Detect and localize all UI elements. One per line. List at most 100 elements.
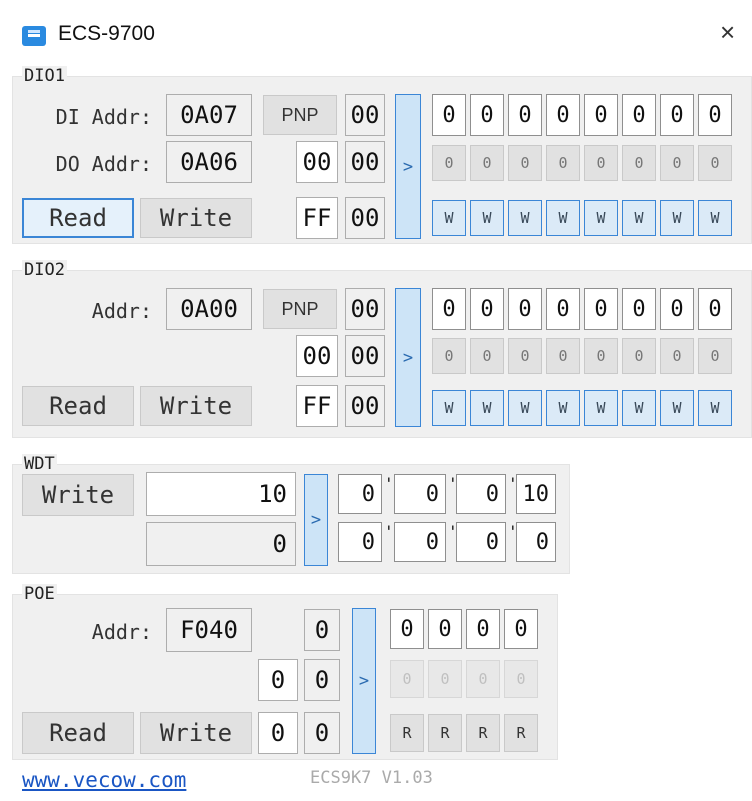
- wdt-apply-arrow-button[interactable]: >: [304, 474, 328, 566]
- dio1-mask-value-2[interactable]: 00: [345, 197, 385, 239]
- dio1-bit-write-button[interactable]: W: [698, 200, 732, 236]
- dio1-bit-out[interactable]: 0: [584, 145, 618, 181]
- poe-apply-arrow-button[interactable]: >: [352, 608, 376, 754]
- dio1-bit-out[interactable]: 0: [698, 145, 732, 181]
- dio1-bit-write-button[interactable]: W: [508, 200, 542, 236]
- wdt-timeout-input[interactable]: 10: [146, 472, 296, 516]
- dio1-bit-in[interactable]: 0: [660, 94, 694, 136]
- poe-value-mid-1[interactable]: 0: [258, 659, 298, 701]
- dio2-bit-out[interactable]: 0: [508, 338, 542, 374]
- dio2-addr-field[interactable]: 0A00: [166, 288, 252, 330]
- dio1-bit-out[interactable]: 0: [470, 145, 504, 181]
- di-addr-label: DI Addr:: [55, 105, 152, 129]
- poe-write-button[interactable]: Write: [140, 712, 252, 754]
- dio1-bit-write-button[interactable]: W: [432, 200, 466, 236]
- dio2-bit-in[interactable]: 0: [622, 288, 656, 330]
- dio2-bit-write-button[interactable]: W: [470, 390, 504, 426]
- poe-value-mid-2[interactable]: 0: [304, 659, 340, 701]
- dio1-di-value[interactable]: 00: [345, 94, 385, 136]
- dio2-bit-write-button[interactable]: W: [432, 390, 466, 426]
- poe-bit-in[interactable]: 0: [428, 609, 462, 649]
- wdt-cell: 0: [516, 522, 556, 562]
- dio2-bit-out[interactable]: 0: [698, 338, 732, 374]
- poe-bit-out: 0: [390, 660, 424, 698]
- poe-addr-field[interactable]: F040: [166, 608, 252, 652]
- dio2-do-value-1[interactable]: 00: [296, 335, 338, 377]
- dio1-bit-in[interactable]: 0: [622, 94, 656, 136]
- do-addr-field[interactable]: 0A06: [166, 141, 252, 183]
- dio2-bit-write-button[interactable]: W: [508, 390, 542, 426]
- poe-read-button[interactable]: Read: [22, 712, 134, 754]
- dio2-bit-out[interactable]: 0: [546, 338, 580, 374]
- dio1-read-button[interactable]: Read: [22, 198, 134, 238]
- dio2-bit-out[interactable]: 0: [660, 338, 694, 374]
- dio1-bit-write-button[interactable]: W: [546, 200, 580, 236]
- dio1-bit-in[interactable]: 0: [470, 94, 504, 136]
- poe-bit-read-button[interactable]: R: [428, 714, 462, 752]
- dio2-mask-value-1[interactable]: FF: [296, 385, 338, 427]
- dio2-bit-write-button[interactable]: W: [546, 390, 580, 426]
- dio1-bit-in[interactable]: 0: [584, 94, 618, 136]
- vecow-website-link[interactable]: www.vecow.com: [22, 768, 186, 792]
- dio1-bit-in[interactable]: 0: [698, 94, 732, 136]
- dio2-apply-arrow-button[interactable]: >: [395, 288, 421, 427]
- wdt-write-button[interactable]: Write: [22, 474, 134, 516]
- wdt-cell: 0: [338, 522, 382, 562]
- dio1-bit-write-button[interactable]: W: [622, 200, 656, 236]
- dio1-write-button[interactable]: Write: [140, 198, 252, 238]
- dio1-bit-write-button[interactable]: W: [584, 200, 618, 236]
- poe-bit-in[interactable]: 0: [504, 609, 538, 649]
- dio2-bit-in[interactable]: 0: [584, 288, 618, 330]
- dio1-bit-out[interactable]: 0: [432, 145, 466, 181]
- dio1-do-value-2[interactable]: 00: [345, 141, 385, 183]
- app-icon: [22, 26, 46, 46]
- dio1-bit-out[interactable]: 0: [546, 145, 580, 181]
- dio1-bit-out[interactable]: 0: [660, 145, 694, 181]
- poe-value-bottom-2[interactable]: 0: [304, 712, 340, 754]
- dio1-bit-write-button[interactable]: W: [470, 200, 504, 236]
- dio2-bit-in[interactable]: 0: [432, 288, 466, 330]
- dio2-bit-write-button[interactable]: W: [660, 390, 694, 426]
- window-title: ECS-9700: [58, 22, 155, 45]
- poe-addr-label: Addr:: [91, 620, 152, 644]
- dio2-bit-out[interactable]: 0: [470, 338, 504, 374]
- dio2-mask-value-2[interactable]: 00: [345, 385, 385, 427]
- dio2-bit-in[interactable]: 0: [546, 288, 580, 330]
- dio1-do-value-1[interactable]: 00: [296, 141, 338, 183]
- dio2-read-button[interactable]: Read: [22, 386, 134, 426]
- dio1-bit-write-button[interactable]: W: [660, 200, 694, 236]
- poe-bit-read-button[interactable]: R: [466, 714, 500, 752]
- wdt-cell: 0: [338, 474, 382, 514]
- dio2-di-value[interactable]: 00: [345, 288, 385, 330]
- dio1-pnp-button[interactable]: PNP: [263, 95, 337, 135]
- poe-bit-out: 0: [466, 660, 500, 698]
- dio2-bit-in[interactable]: 0: [470, 288, 504, 330]
- dio2-bit-out[interactable]: 0: [432, 338, 466, 374]
- di-addr-field[interactable]: 0A07: [166, 94, 252, 136]
- dio1-bit-out[interactable]: 0: [622, 145, 656, 181]
- dio2-pnp-button[interactable]: PNP: [263, 289, 337, 329]
- poe-bit-in[interactable]: 0: [466, 609, 500, 649]
- dio2-write-button[interactable]: Write: [140, 386, 252, 426]
- poe-bit-read-button[interactable]: R: [504, 714, 538, 752]
- close-icon[interactable]: ×: [720, 18, 735, 46]
- dio1-bit-out[interactable]: 0: [508, 145, 542, 181]
- dio2-bit-out[interactable]: 0: [584, 338, 618, 374]
- poe-bit-in[interactable]: 0: [390, 609, 424, 649]
- poe-bit-read-button[interactable]: R: [390, 714, 424, 752]
- dio1-mask-value-1[interactable]: FF: [296, 197, 338, 239]
- dio2-bit-write-button[interactable]: W: [698, 390, 732, 426]
- dio2-bit-in[interactable]: 0: [698, 288, 732, 330]
- dio2-bit-in[interactable]: 0: [508, 288, 542, 330]
- dio1-bit-in[interactable]: 0: [508, 94, 542, 136]
- dio1-apply-arrow-button[interactable]: >: [395, 94, 421, 239]
- poe-value-top[interactable]: 0: [304, 609, 340, 651]
- dio1-bit-in[interactable]: 0: [546, 94, 580, 136]
- dio2-bit-out[interactable]: 0: [622, 338, 656, 374]
- poe-value-bottom-1[interactable]: 0: [258, 712, 298, 754]
- dio2-do-value-2[interactable]: 00: [345, 335, 385, 377]
- dio2-bit-write-button[interactable]: W: [584, 390, 618, 426]
- dio1-bit-in[interactable]: 0: [432, 94, 466, 136]
- dio2-bit-in[interactable]: 0: [660, 288, 694, 330]
- dio2-bit-write-button[interactable]: W: [622, 390, 656, 426]
